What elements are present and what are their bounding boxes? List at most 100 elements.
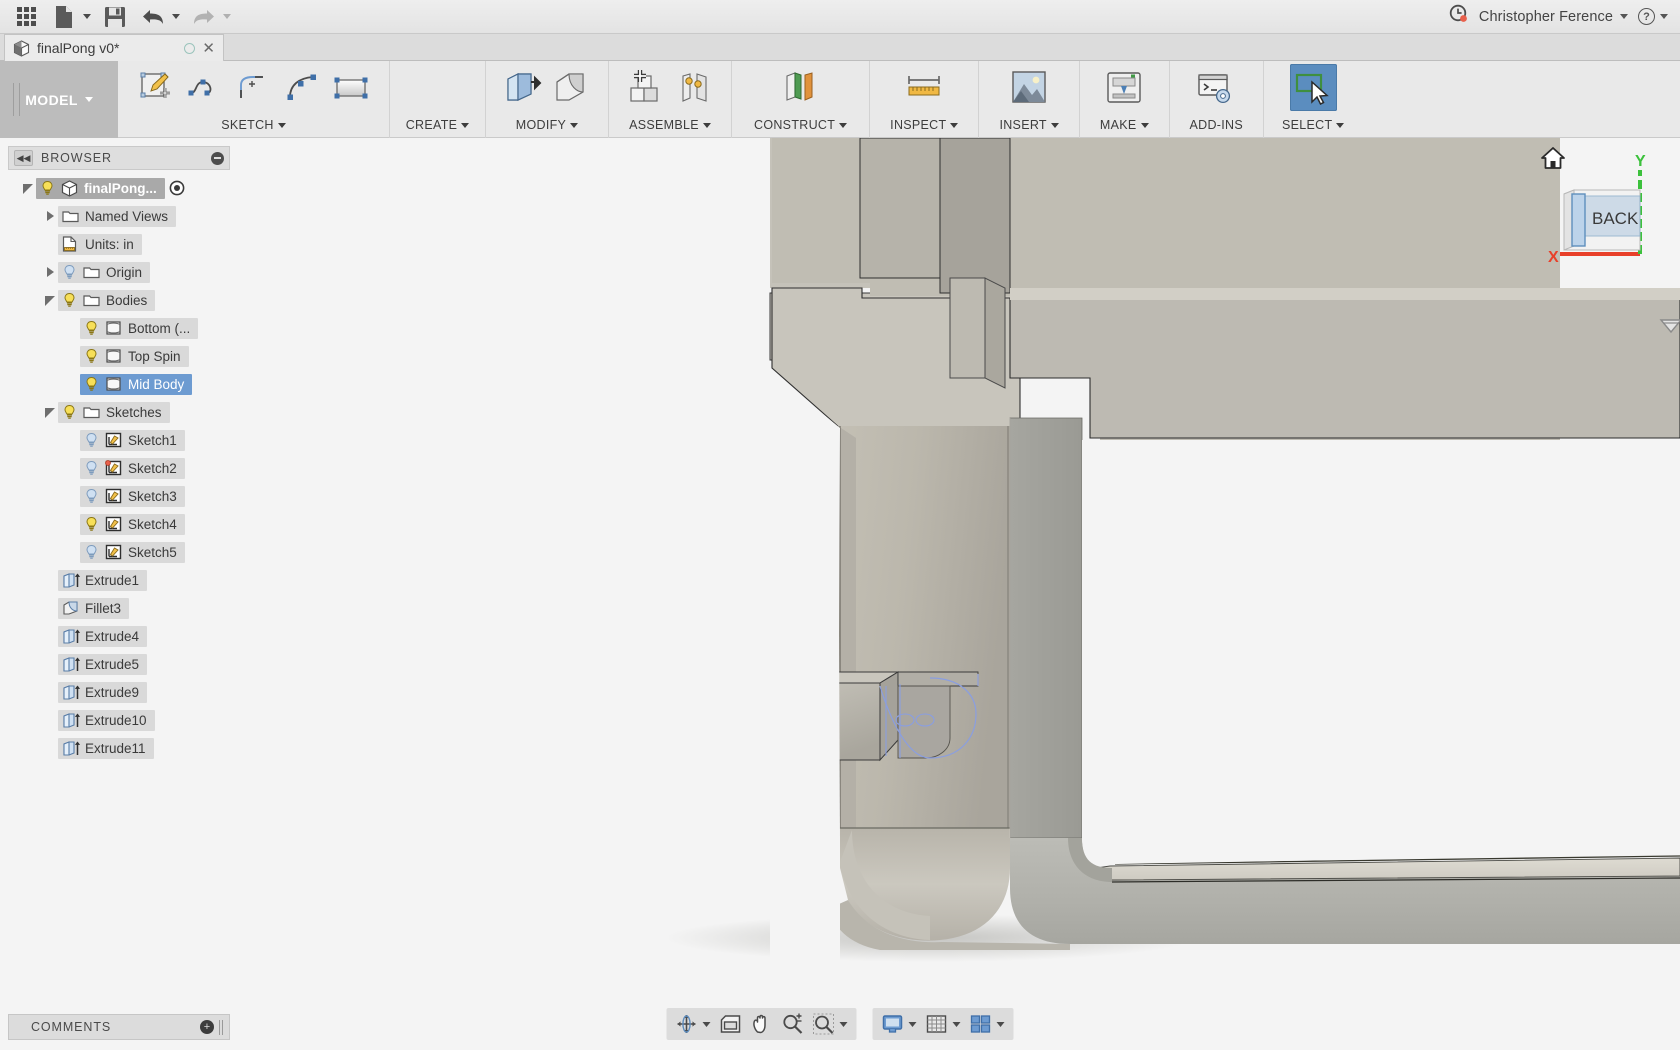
browser-node-fillet3[interactable]: Fillet3 [8, 594, 230, 622]
ribbon-panel-label-make[interactable]: MAKE [1100, 114, 1149, 136]
grid-snaps-caret-icon[interactable] [953, 1022, 961, 1027]
arc-button[interactable] [230, 64, 277, 111]
light-bulb-off-icon[interactable] [84, 460, 99, 476]
browser-node-content[interactable]: finalPong... [36, 178, 165, 199]
browser-node-sketch4[interactable]: Sketch4 [8, 510, 230, 538]
light-bulb-on-icon[interactable] [84, 320, 99, 336]
line-button[interactable] [181, 64, 228, 111]
new-component-button[interactable] [622, 64, 669, 111]
user-menu[interactable]: Christopher Ference [1479, 9, 1628, 25]
tree-expand-closed-icon[interactable] [44, 209, 58, 223]
browser-node-origin[interactable]: Origin [8, 258, 230, 286]
browser-node-extrude9[interactable]: Extrude9 [8, 678, 230, 706]
browser-node-content[interactable]: Extrude9 [58, 682, 147, 703]
browser-node-finalpong[interactable]: finalPong... [8, 174, 230, 202]
viewcube-area[interactable]: X Y BACK [1534, 146, 1674, 276]
browser-node-content[interactable]: Extrude5 [58, 654, 147, 675]
browser-node-content[interactable]: Mid Body [80, 374, 192, 395]
spline-button[interactable] [279, 64, 326, 111]
ribbon-panel-label-insert[interactable]: INSERT [999, 114, 1058, 136]
orbit-button[interactable] [672, 1010, 702, 1038]
browser-node-extrude1[interactable]: Extrude1 [8, 566, 230, 594]
tree-expand-open-icon[interactable] [22, 181, 36, 195]
browser-node-content[interactable]: Fillet3 [58, 598, 129, 619]
browser-node-content[interactable]: Extrude11 [58, 738, 154, 759]
document-close-icon[interactable]: ✕ [202, 41, 215, 56]
grid-snaps-button[interactable] [922, 1010, 952, 1038]
light-bulb-on-icon[interactable] [62, 404, 77, 420]
browser-node-content[interactable]: Bottom (... [80, 318, 198, 339]
fit-button[interactable] [809, 1010, 839, 1038]
light-bulb-on-icon[interactable] [62, 292, 77, 308]
browser-node-content[interactable]: Sketch4 [80, 514, 185, 535]
viewcube[interactable]: X Y BACK [1534, 146, 1674, 276]
fit-caret-icon[interactable] [840, 1022, 848, 1027]
extrude-button[interactable] [499, 64, 546, 111]
pan-button[interactable] [747, 1010, 777, 1038]
ribbon-panel-label-assemble[interactable]: ASSEMBLE [629, 114, 711, 136]
orbit-caret-icon[interactable] [703, 1022, 711, 1027]
browser-node-sketch2[interactable]: Sketch2 [8, 454, 230, 482]
ribbon-panel-label-inspect[interactable]: INSPECT [890, 114, 958, 136]
browser-node-extrude5[interactable]: Extrude5 [8, 650, 230, 678]
tree-expand-open-icon[interactable] [44, 405, 58, 419]
light-bulb-on-icon[interactable] [40, 180, 55, 196]
new-file-icon[interactable] [46, 2, 82, 32]
undo-icon[interactable] [135, 2, 171, 32]
browser-node-content[interactable]: Bodies [58, 290, 155, 311]
offset-plane-button[interactable] [777, 64, 824, 111]
light-bulb-on-icon[interactable] [84, 348, 99, 364]
fillet-button[interactable] [548, 64, 595, 111]
browser-node-content[interactable]: Named Views [58, 206, 176, 227]
browser-minimize-icon[interactable] [211, 152, 224, 165]
light-bulb-off-icon[interactable] [62, 264, 77, 280]
browser-node-content[interactable]: Extrude1 [58, 570, 147, 591]
redo-caret-icon[interactable] [223, 14, 231, 19]
scripts-addins-button[interactable] [1193, 64, 1240, 111]
comments-resize-grip[interactable] [219, 1020, 223, 1035]
rectangle-button[interactable] [328, 64, 375, 111]
browser-node-content[interactable]: Top Spin [80, 346, 189, 367]
browser-node-named-views[interactable]: Named Views [8, 202, 230, 230]
browser-node-sketch1[interactable]: Sketch1 [8, 426, 230, 454]
3d-print-button[interactable] [1101, 64, 1148, 111]
document-tab[interactable]: finalPong v0* ✕ [4, 34, 224, 61]
component-activate-radio-icon[interactable] [169, 180, 185, 196]
joint-button[interactable] [671, 64, 718, 111]
ribbon-panel-label-construct[interactable]: CONSTRUCT [754, 114, 847, 136]
browser-node-content[interactable]: Sketch1 [80, 430, 185, 451]
browser-node-units-in[interactable]: Units: in [8, 230, 230, 258]
model-canvas[interactable] [0, 138, 1680, 1050]
light-bulb-off-icon[interactable] [84, 488, 99, 504]
light-bulb-off-icon[interactable] [84, 432, 99, 448]
browser-node-mid-body[interactable]: Mid Body [8, 370, 230, 398]
browser-node-top-spin[interactable]: Top Spin [8, 342, 230, 370]
save-icon[interactable] [97, 2, 133, 32]
ribbon-panel-label-sketch[interactable]: SKETCH [221, 114, 286, 136]
browser-node-sketch3[interactable]: Sketch3 [8, 482, 230, 510]
browser-node-content[interactable]: Sketch5 [80, 542, 185, 563]
ribbon-panel-label-modify[interactable]: MODIFY [516, 114, 578, 136]
viewcube-menu-chevron-down-icon[interactable] [1658, 316, 1680, 336]
new-file-caret-icon[interactable] [83, 14, 91, 19]
browser-node-bodies[interactable]: Bodies [8, 286, 230, 314]
workspace-switcher[interactable]: MODEL [0, 61, 118, 138]
browser-collapse-icon[interactable]: ◀◀ [14, 150, 33, 166]
display-settings-caret-icon[interactable] [909, 1022, 917, 1027]
browser-node-content[interactable]: Origin [58, 262, 150, 283]
redo-icon[interactable] [186, 2, 222, 32]
browser-node-extrude4[interactable]: Extrude4 [8, 622, 230, 650]
measure-button[interactable] [901, 64, 948, 111]
help-button[interactable]: ? [1638, 8, 1668, 25]
ribbon-panel-label-create[interactable]: CREATE [406, 114, 470, 136]
select-button[interactable] [1290, 64, 1337, 111]
browser-node-content[interactable]: Extrude4 [58, 626, 147, 647]
light-bulb-on-icon[interactable] [84, 376, 99, 392]
light-bulb-on-icon[interactable] [84, 516, 99, 532]
browser-node-extrude11[interactable]: Extrude11 [8, 734, 230, 762]
browser-node-content[interactable]: Extrude10 [58, 710, 155, 731]
browser-node-content[interactable]: Sketch3 [80, 486, 185, 507]
comments-panel[interactable]: COMMENTS + [8, 1014, 230, 1040]
viewports-caret-icon[interactable] [997, 1022, 1005, 1027]
browser-node-content[interactable]: Sketch2 [80, 458, 185, 479]
